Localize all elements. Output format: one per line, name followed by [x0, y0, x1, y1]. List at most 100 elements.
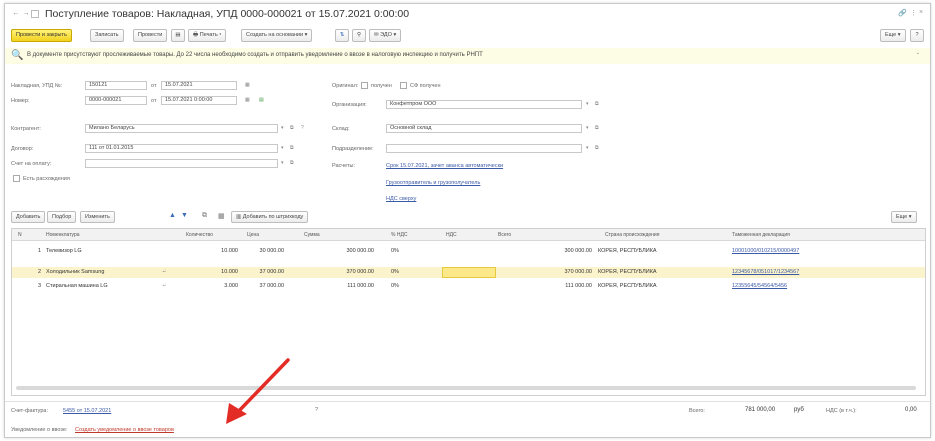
number-date-field[interactable]: 15.07.2021 0:00:00	[161, 96, 237, 105]
column-header-vat-pct[interactable]: % НДС	[391, 232, 407, 238]
move-down-icon[interactable]: ▼	[181, 212, 188, 219]
create-import-notice-link[interactable]: Создать уведомление о ввозе товаров	[75, 427, 174, 433]
chevron-down-icon[interactable]: ▾	[281, 125, 284, 131]
cell-vat-pct[interactable]: 0%	[391, 248, 399, 254]
save-button[interactable]: Записать	[90, 29, 124, 42]
shipper-link[interactable]: Грузоотправитель и грузополучатель	[386, 180, 480, 186]
cell-nomenclature[interactable]: Стиральная машина LG	[46, 283, 108, 289]
payment-account-field[interactable]	[85, 159, 278, 168]
cell-vat-pct[interactable]: 0%	[391, 269, 399, 275]
structure-icon[interactable]: ⇅	[335, 29, 349, 42]
cell-sum[interactable]: 111 000.00	[328, 283, 374, 289]
cell-sum[interactable]: 300 000.00	[328, 248, 374, 254]
more-button[interactable]: Еще ▾	[880, 29, 906, 42]
chevron-down-icon[interactable]: ▾	[281, 160, 284, 166]
question-icon[interactable]: ?	[301, 125, 304, 131]
cell-quantity[interactable]: 3.000	[192, 283, 238, 289]
column-header-vat[interactable]: НДС	[446, 232, 457, 238]
cell-quantity[interactable]: 10.000	[192, 248, 238, 254]
cell-total[interactable]: 300 000.00	[542, 248, 592, 254]
open-link-icon[interactable]: ⧉	[290, 160, 294, 166]
cell-price[interactable]: 30 000.00	[242, 248, 284, 254]
cell-customs-link[interactable]: 12345678/051017/1234567	[732, 269, 799, 275]
counterparty-field[interactable]: Милано Беларусь	[85, 124, 278, 133]
number-edit-icon[interactable]: ▤	[259, 97, 264, 103]
division-field[interactable]	[386, 144, 582, 153]
copy-icon[interactable]: ⧉	[202, 212, 207, 220]
cell-quantity[interactable]: 10.000	[192, 269, 238, 275]
calendar-icon[interactable]: ▦	[245, 82, 250, 88]
more-icon[interactable]: ⋮	[910, 9, 917, 17]
attachment-icon[interactable]: ⚲	[352, 29, 366, 42]
journal-icon[interactable]: ▤	[171, 29, 185, 42]
horizontal-scrollbar[interactable]	[16, 386, 916, 390]
open-link-icon[interactable]: ⧉	[595, 101, 599, 107]
cell-nomenclature[interactable]: Телевизор LG	[46, 248, 82, 254]
cell-price[interactable]: 37 000.00	[242, 269, 284, 275]
print-button[interactable]: 🖶 Печать ▾	[188, 29, 227, 42]
post-button[interactable]: Провести	[133, 29, 168, 42]
forward-arrow-icon[interactable]: →	[21, 10, 31, 18]
cell-customs-link[interactable]: 12355645/54564/5456	[732, 283, 787, 289]
calendar-icon[interactable]: ▦	[245, 97, 250, 103]
warehouse-field[interactable]: Основной склад	[386, 124, 582, 133]
chevron-down-icon[interactable]: ▾	[586, 145, 589, 151]
cell-total[interactable]: 111 000.00	[542, 283, 592, 289]
chevron-down-icon[interactable]: ▾	[586, 101, 589, 107]
question-icon[interactable]: ?	[315, 407, 318, 413]
original-received-checkbox[interactable]	[361, 82, 368, 89]
close-icon[interactable]: ×	[919, 9, 923, 16]
column-header-quantity[interactable]: Количество	[186, 232, 213, 238]
column-header-total[interactable]: Всего	[498, 232, 511, 238]
cell-vat-active[interactable]	[442, 267, 496, 278]
cell-country[interactable]: КОРЕЯ, РЕСПУБЛИКА	[598, 283, 657, 289]
create-basis-button[interactable]: Создать на основании ▾	[241, 29, 313, 42]
contract-field[interactable]: 111 от 01.01.2015	[85, 144, 278, 153]
info-close-icon[interactable]: ▪	[917, 51, 919, 57]
delete-icon[interactable]: ▦	[218, 212, 225, 220]
cell-country[interactable]: КОРЕЯ, РЕСПУБЛИКА	[598, 269, 657, 275]
open-link-icon[interactable]: ⧉	[595, 145, 599, 151]
column-header-price[interactable]: Цена	[247, 232, 259, 238]
discrepancy-checkbox[interactable]	[13, 175, 20, 182]
open-link-icon[interactable]: ⧉	[290, 125, 294, 131]
open-link-icon[interactable]: ⧉	[290, 145, 294, 151]
post-and-close-button[interactable]: Провести и закрыть	[11, 29, 72, 42]
table-row[interactable]: 1 Телевизор LG 10.000 30 000.00 300 000.…	[12, 246, 925, 257]
open-link-icon[interactable]: ⧉	[595, 125, 599, 131]
vat-link[interactable]: НДС сверху	[386, 196, 416, 202]
move-up-icon[interactable]: ▲	[169, 212, 176, 219]
column-header-country[interactable]: Страна происхождения	[605, 232, 659, 238]
pick-button[interactable]: Подбор	[47, 211, 77, 223]
column-header-n[interactable]: N	[18, 232, 22, 238]
column-header-nomenclature[interactable]: Номенклатура	[46, 232, 80, 238]
chevron-down-icon[interactable]: ▾	[586, 125, 589, 131]
invoice-sf-link[interactable]: 5455 от 15.07.2021	[63, 408, 111, 414]
organization-field[interactable]: Конфетпром ООО	[386, 100, 582, 109]
table-row[interactable]: 3 Стиральная машина LG ⩫ 3.000 37 000.00…	[12, 281, 925, 292]
sf-received-checkbox[interactable]	[400, 82, 407, 89]
cell-vat-pct[interactable]: 0%	[391, 283, 399, 289]
invoice-date-field[interactable]: 15.07.2021	[161, 81, 237, 90]
favorite-star-icon[interactable]	[31, 10, 39, 18]
back-arrow-icon[interactable]: ←	[11, 10, 21, 18]
add-by-barcode-button[interactable]: ▥ Добавить по штрихкоду	[231, 211, 309, 223]
invoice-number-field[interactable]: 150121	[85, 81, 147, 90]
cell-price[interactable]: 37 000.00	[242, 283, 284, 289]
column-header-customs[interactable]: Таможенная декларация	[732, 232, 790, 238]
column-header-sum[interactable]: Сумма	[304, 232, 320, 238]
change-button[interactable]: Изменить	[80, 211, 115, 223]
edo-button[interactable]: ✉ ЭДО ▾	[369, 29, 402, 42]
link-icon[interactable]: 🔗	[898, 9, 907, 17]
table-row-selected[interactable]: 2 Холодильник Samsung ⩫ 10.000 37 000.00…	[12, 267, 925, 278]
cell-nomenclature[interactable]: Холодильник Samsung	[46, 269, 104, 275]
cell-total[interactable]: 370 000.00	[542, 269, 592, 275]
settlements-link[interactable]: Срок 15.07.2021, зачет аванса автоматиче…	[386, 163, 503, 169]
cell-customs-link[interactable]: 10001000/010215/0000497	[732, 248, 799, 254]
cell-sum[interactable]: 370 000.00	[328, 269, 374, 275]
cell-country[interactable]: КОРЕЯ, РЕСПУБЛИКА	[598, 248, 657, 254]
add-row-button[interactable]: Добавить	[11, 211, 46, 223]
table-more-button[interactable]: Еще ▾	[891, 211, 917, 223]
help-button[interactable]: ?	[910, 29, 924, 42]
chevron-down-icon[interactable]: ▾	[281, 145, 284, 151]
